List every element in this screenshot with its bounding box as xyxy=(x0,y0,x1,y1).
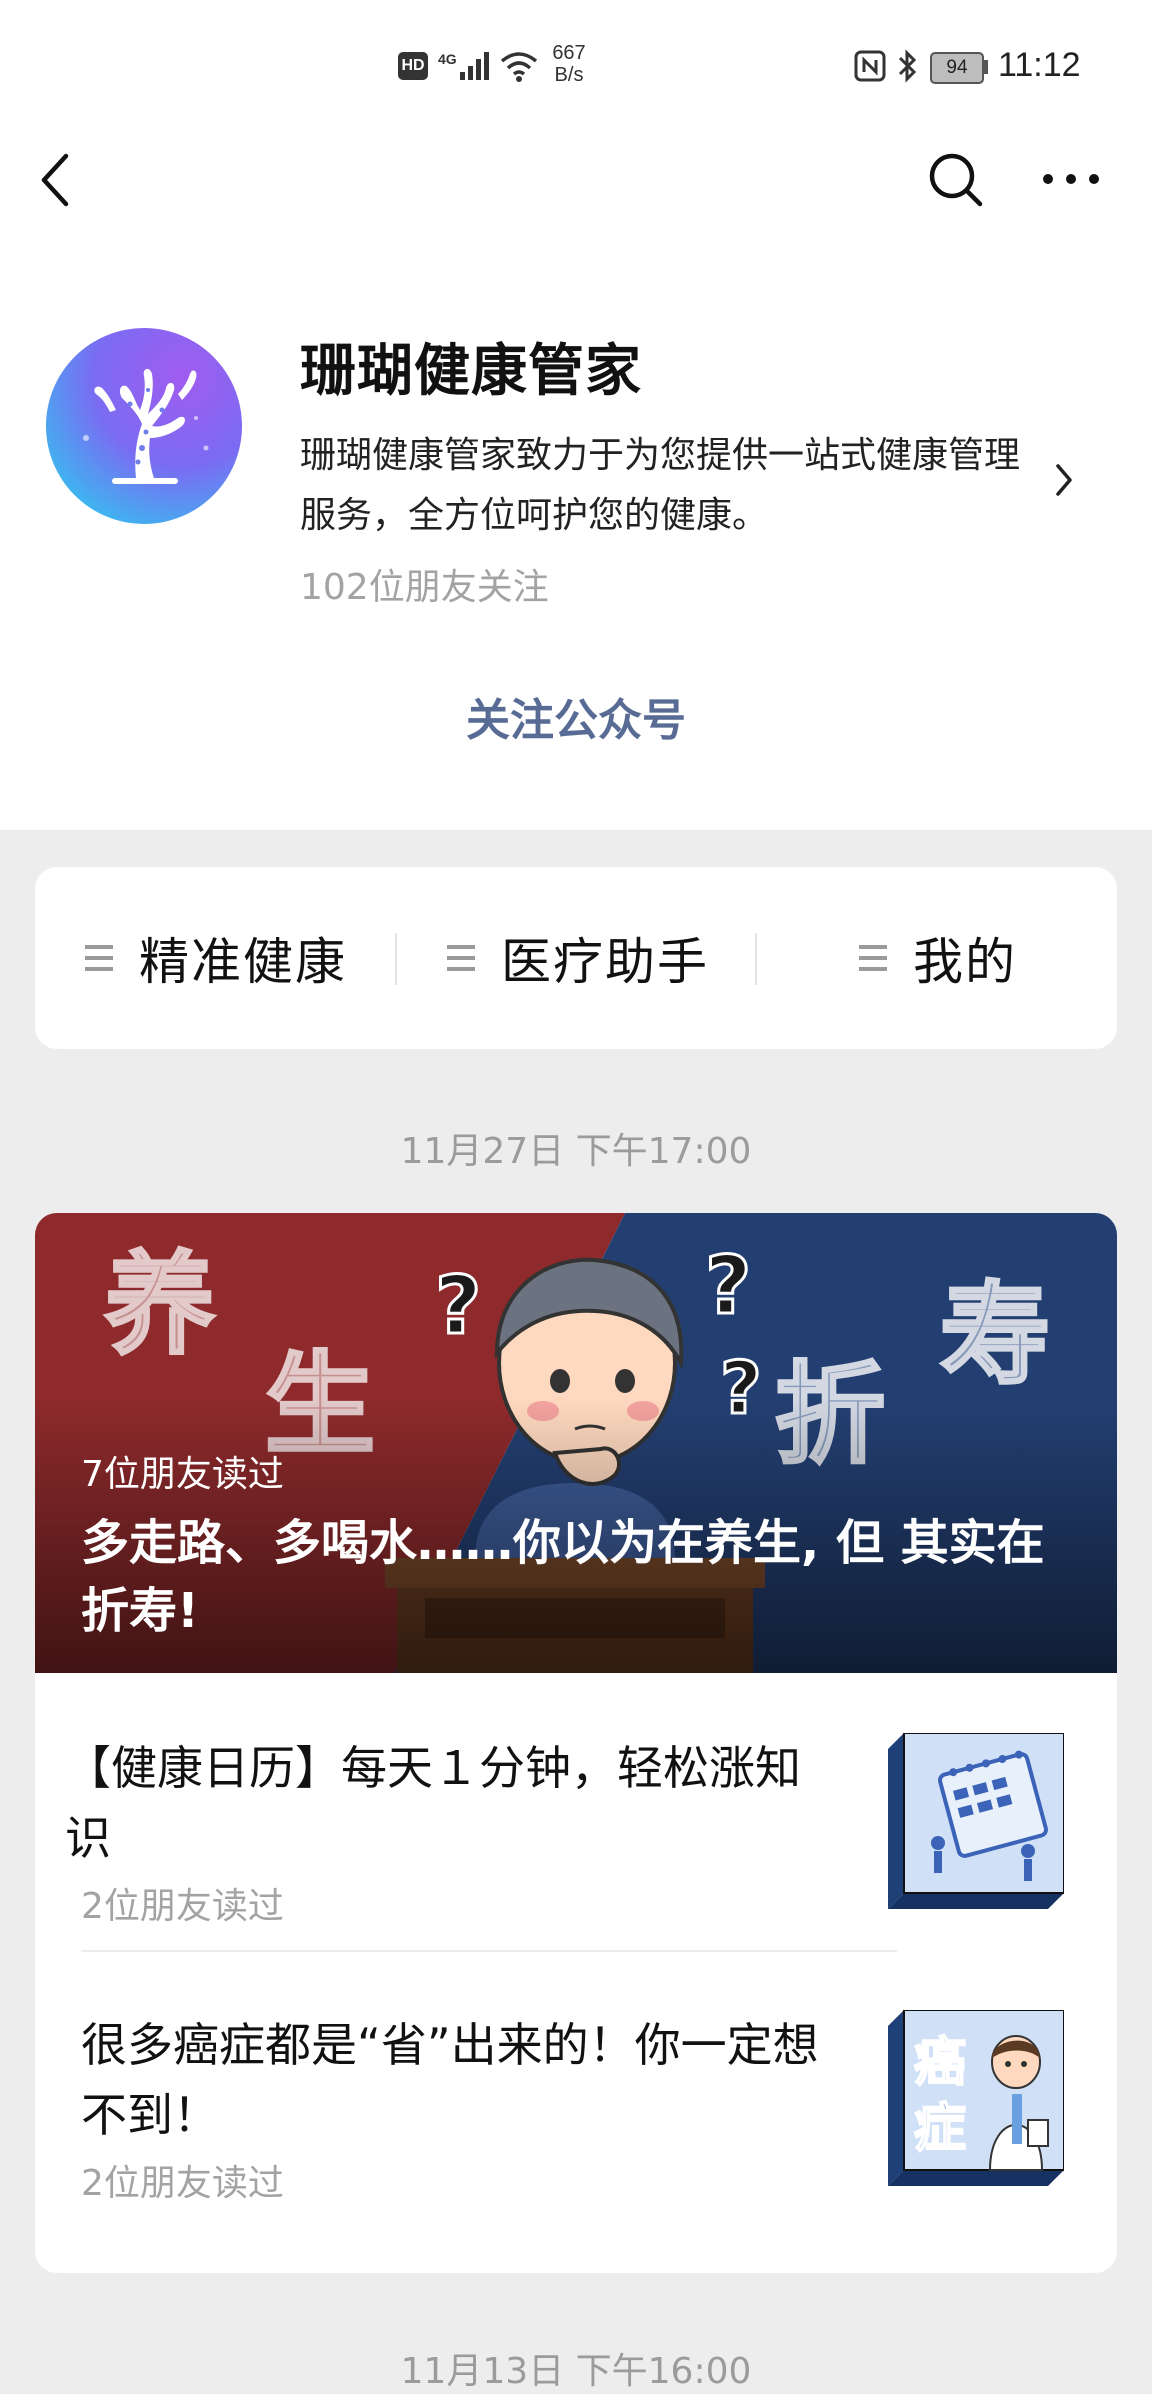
net-speed-unit: B/s xyxy=(554,64,584,86)
followers-count: 102位朋友关注 xyxy=(300,567,549,608)
article-title: 【健康日历】每天１分钟，轻松涨知识 xyxy=(65,1741,801,1865)
battery-tip xyxy=(984,60,988,74)
chevron-right-icon[interactable] xyxy=(1054,462,1074,498)
message-timestamp: 11月13日 下午16:00 xyxy=(400,2351,752,2392)
menu-icon xyxy=(859,945,887,971)
menu-item-label: 我的 xyxy=(913,933,1017,991)
hero-read-count: 7位朋友读过 xyxy=(81,1454,284,1495)
thumb-char-2: 症 xyxy=(914,2099,966,2159)
menu-item-label: 医疗助手 xyxy=(501,933,709,991)
network-type: 4G xyxy=(438,51,457,67)
account-name: 珊瑚健康管家 xyxy=(300,339,642,404)
menu-item-mine[interactable]: 我的 xyxy=(859,867,1017,1049)
bluetooth-icon xyxy=(898,49,917,83)
menu-item-precise-health[interactable]: 精准健康 xyxy=(85,867,347,1049)
article-read-count: 2位朋友读过 xyxy=(81,2163,284,2204)
message-timestamp: 11月27日 下午17:00 xyxy=(400,1131,752,1172)
wifi-icon xyxy=(500,52,538,82)
article-title: 很多癌症都是“省”出来的！你一定想不到！ xyxy=(81,2018,819,2142)
article-thumbnail: 癌 症 xyxy=(888,2010,1064,2186)
battery-icon: 94 xyxy=(930,52,984,84)
battery-level: 94 xyxy=(946,57,968,78)
account-menu: 精准健康 医疗助手 我的 xyxy=(35,867,1117,1049)
thumb-char-1: 癌 xyxy=(914,2033,966,2093)
nfc-icon xyxy=(854,50,886,82)
menu-icon xyxy=(447,945,475,971)
chevron-left-icon[interactable] xyxy=(36,150,76,210)
nav-bar xyxy=(0,130,1152,240)
article-group: ? ? ? 养 生 折 寿 7位朋友读过 多走路、多喝水……你以为在养生, 但 … xyxy=(35,1213,1117,2273)
status-bar: HD 4G 667 B/s 94 11:12 xyxy=(0,0,1152,130)
hd-badge: HD xyxy=(398,52,428,80)
follow-button[interactable]: 关注公众号 xyxy=(0,684,1152,748)
menu-divider xyxy=(395,933,397,985)
hero-article[interactable]: ? ? ? 养 生 折 寿 7位朋友读过 多走路、多喝水……你以为在养生, 但 … xyxy=(35,1213,1117,1673)
clock: 11:12 xyxy=(998,46,1081,84)
menu-item-medical-assistant[interactable]: 医疗助手 xyxy=(447,867,709,1049)
net-speed-value: 667 xyxy=(552,42,586,64)
menu-item-label: 精准健康 xyxy=(139,933,347,991)
menu-divider xyxy=(755,933,757,985)
signal-icon xyxy=(460,52,489,80)
article-item[interactable]: 很多癌症都是“省”出来的！你一定想不到！ 2位朋友读过 癌 症 xyxy=(35,1950,1117,2227)
search-icon[interactable] xyxy=(926,150,986,210)
coral-logo-icon xyxy=(83,368,209,484)
article-item[interactable]: 【健康日历】每天１分钟，轻松涨知识 2位朋友读过 xyxy=(35,1673,1117,1950)
net-speed: 667 B/s xyxy=(548,42,590,86)
menu-icon xyxy=(85,945,113,971)
article-read-count: 2位朋友读过 xyxy=(81,1886,284,1927)
hero-title: 多走路、多喝水……你以为在养生, 但 其实在折寿! xyxy=(81,1515,1045,1639)
more-icon[interactable] xyxy=(1040,166,1104,192)
account-avatar xyxy=(46,328,242,524)
account-profile: 珊瑚健康管家 珊瑚健康管家致力于为您提供一站式健康管理服务，全方位呵护您的健康。… xyxy=(0,240,1152,830)
account-description[interactable]: 珊瑚健康管家致力于为您提供一站式健康管理服务，全方位呵护您的健康。 xyxy=(300,426,1040,546)
article-thumbnail xyxy=(888,1733,1064,1909)
